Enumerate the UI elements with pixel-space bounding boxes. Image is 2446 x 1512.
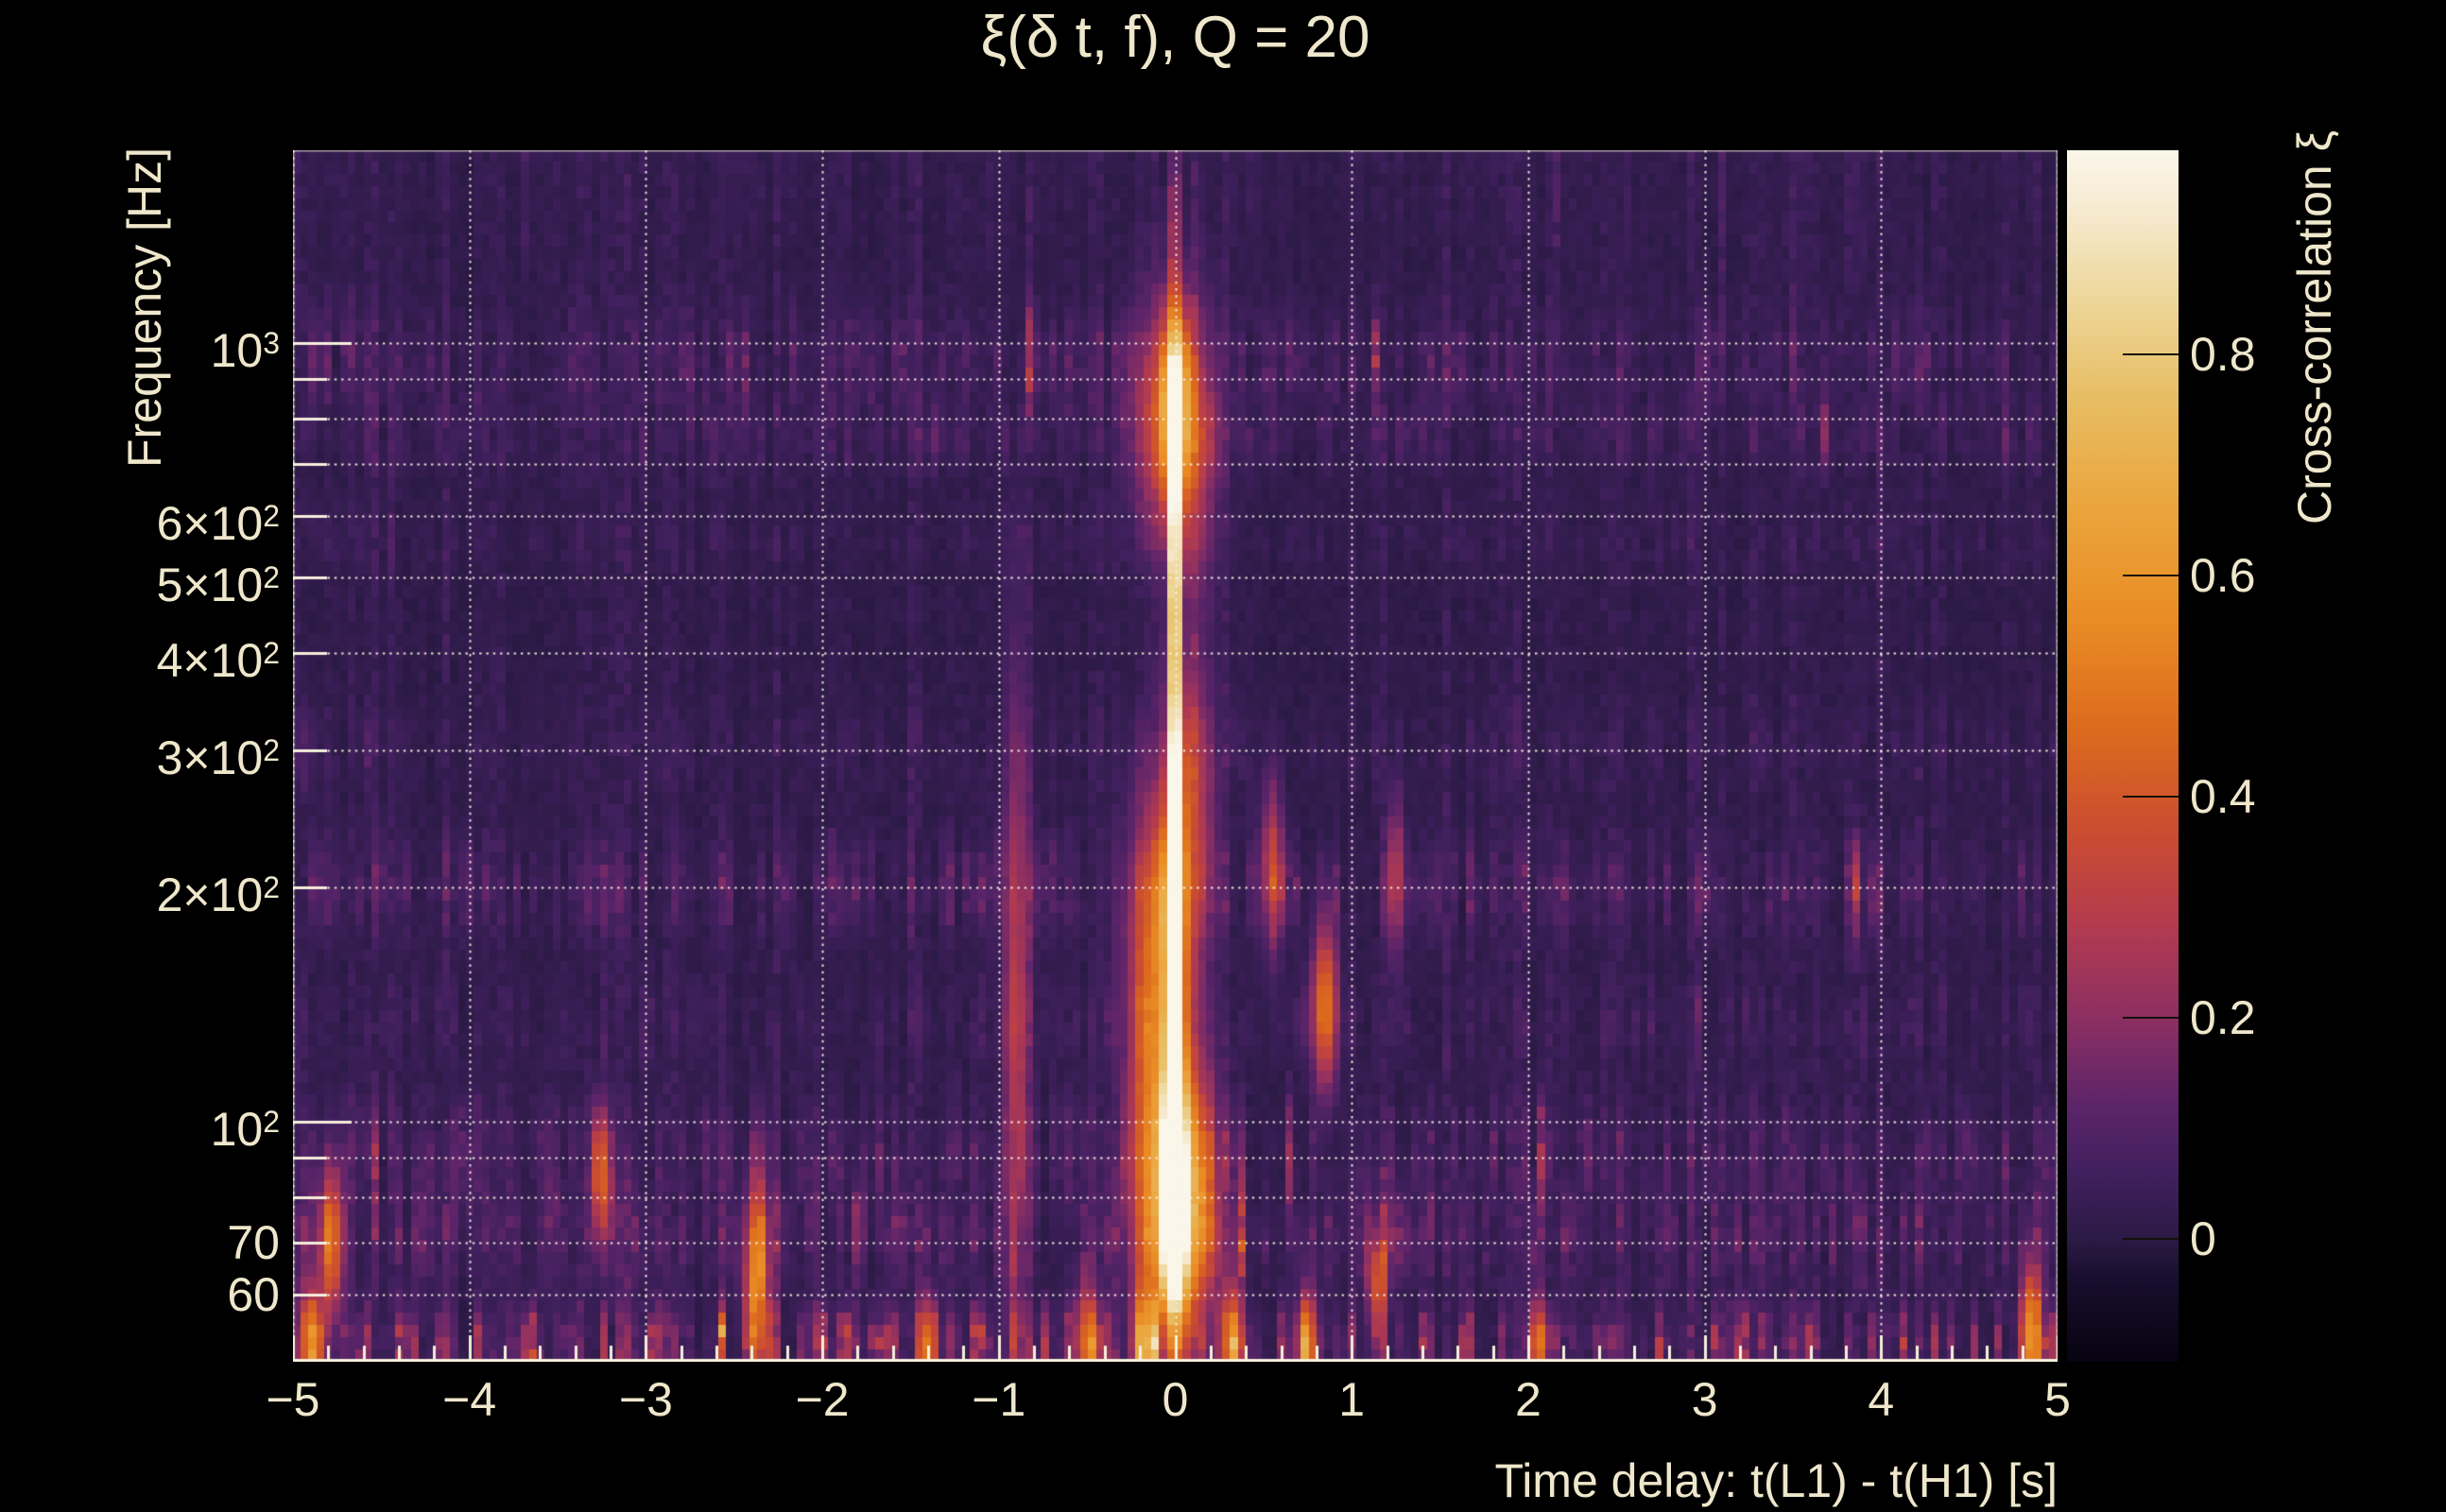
y-tick-label: 4×102: [156, 633, 280, 687]
x-tick-label: 5: [2044, 1373, 2071, 1426]
x-tick-label: −4: [442, 1373, 497, 1426]
colorbar-tick-mark: [2123, 575, 2179, 577]
colorbar-tick-mark: [2123, 1017, 2179, 1020]
colorbar-title: Cross-correlation ξ: [2288, 130, 2341, 524]
x-tick-label: 1: [1338, 1373, 1366, 1426]
y-tick-label: 3×102: [156, 730, 280, 784]
colorbar-tick-label: 0.8: [2190, 328, 2256, 382]
chart-title: ξ(δ t, f), Q = 20: [980, 5, 1370, 70]
y-tick-label: 60: [227, 1267, 280, 1321]
x-axis-title: Time delay: t(L1) - t(H1) [s]: [1494, 1454, 2058, 1507]
y-tick-label: 5×102: [156, 558, 280, 612]
figure: ξ(δ t, f), Q = 20 Frequency [Hz] 103 6×10…: [0, 0, 2446, 1512]
x-tick-label: 0: [1162, 1373, 1189, 1426]
colorbar-tick-mark: [2123, 1238, 2179, 1241]
y-tick-label: 70: [227, 1215, 280, 1269]
colorbar-tick-label: 0.2: [2190, 991, 2256, 1045]
colorbar-tick-label: 0.4: [2190, 770, 2256, 824]
colorbar-gradient: [2067, 150, 2179, 1362]
y-tick-label: 102: [210, 1103, 280, 1157]
x-tick-label: 3: [1691, 1373, 1718, 1426]
x-tick-label: −1: [972, 1373, 1026, 1426]
y-axis-title: Frequency [Hz]: [118, 147, 171, 469]
y-tick-label: 2×102: [156, 868, 280, 922]
x-tick-label: −3: [618, 1373, 673, 1426]
y-tick-label: 6×102: [156, 496, 280, 550]
colorbar-tick-mark: [2123, 353, 2179, 356]
heatmap-canvas: [293, 150, 2058, 1362]
x-tick-label: −5: [266, 1373, 320, 1426]
colorbar-tick-mark: [2123, 796, 2179, 799]
x-tick-label: 2: [1514, 1373, 1542, 1426]
x-tick-label: −2: [795, 1373, 850, 1426]
colorbar-tick-label: 0.6: [2190, 549, 2256, 603]
y-tick-label: 103: [210, 323, 280, 377]
x-tick-label: 4: [1868, 1373, 1895, 1426]
colorbar-tick-label: 0: [2190, 1212, 2216, 1266]
